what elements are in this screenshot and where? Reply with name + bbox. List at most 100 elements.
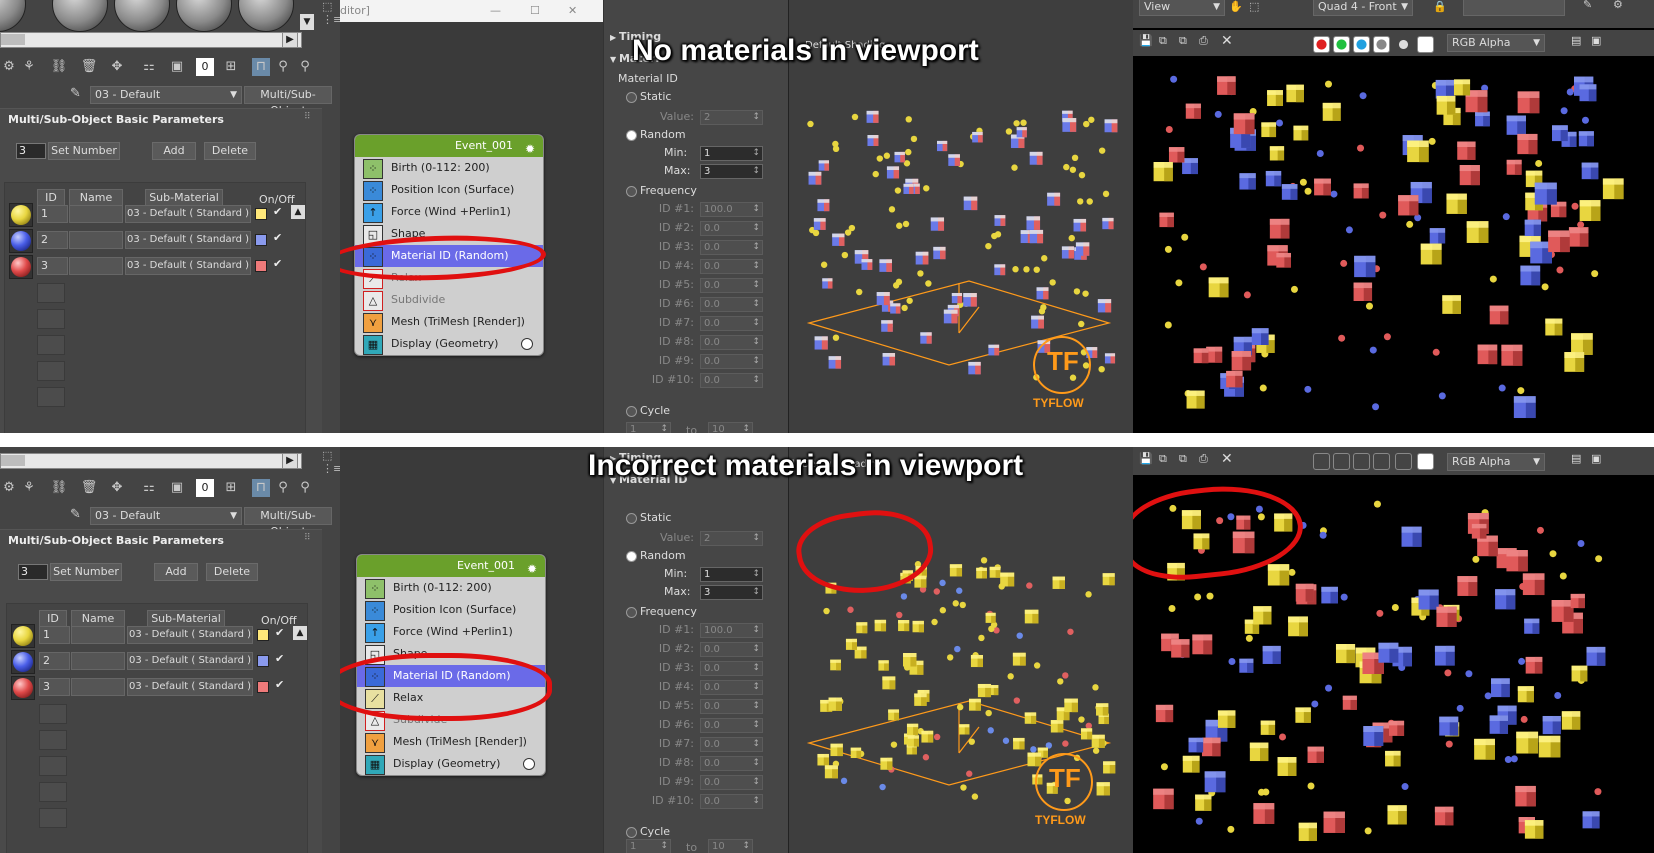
row-sub-material-button[interactable]: 03 - Default ( Standard ) [125, 257, 251, 275]
operator-position-icon[interactable]: ⁘ Position Icon (Surface) [355, 179, 543, 201]
slots-scrollbar[interactable] [0, 32, 302, 48]
sub-material-preview[interactable] [11, 624, 35, 648]
green-channel-toggle[interactable] [1333, 36, 1350, 53]
sub-material-preview[interactable] [11, 676, 35, 700]
row-color-swatch[interactable] [257, 681, 269, 693]
show-end-result-icon[interactable]: ⊓ [252, 58, 270, 76]
material-id-channel-icon[interactable]: ▣ [168, 58, 186, 76]
row-name-field[interactable] [69, 257, 123, 275]
event-header[interactable]: Event_001 ✹ [355, 135, 543, 157]
clone-window-icon[interactable]: ⧉ [1179, 34, 1187, 48]
green-channel-toggle[interactable] [1333, 453, 1350, 470]
operator-mesh[interactable]: ⋎ Mesh (TriMesh [Render]) [357, 731, 545, 753]
row-sub-material-button[interactable]: 03 - Default ( Standard ) [125, 231, 251, 249]
side-tools-icon[interactable]: ⬚ ⋮≡ [322, 0, 340, 48]
freq-id-spinner[interactable]: 0.0 [700, 278, 763, 293]
row-on-checkbox[interactable]: ✔ [275, 678, 284, 691]
area-dropdown[interactable]: Quad 4 - Front ▼ [1313, 0, 1413, 16]
sub-material-preview[interactable] [11, 650, 35, 674]
print-icon[interactable]: ⎙ [1199, 452, 1208, 466]
row-sub-material-button[interactable]: 03 - Default ( Standard ) [125, 205, 251, 223]
side-tools-icon[interactable]: ⬚ ⋮≡ [322, 449, 340, 477]
delete-button[interactable]: Delete [204, 142, 256, 160]
event-header[interactable]: Event_001 ✹ [357, 555, 545, 577]
freq-id-spinner[interactable]: 0.0 [700, 297, 763, 312]
channel-dropdown[interactable]: RGB Alpha ▼ [1447, 453, 1545, 471]
min-spinner[interactable]: 1 [700, 146, 763, 161]
make-unique-icon[interactable]: ✥ [108, 58, 126, 76]
copy-image-icon[interactable]: ⧉ [1159, 452, 1167, 466]
row-color-swatch[interactable] [255, 208, 267, 220]
go-sibling-icon[interactable]: ⚲ [296, 479, 314, 497]
material-slot[interactable] [238, 0, 294, 32]
row-name-field[interactable] [71, 678, 125, 696]
static-radio[interactable] [626, 513, 637, 524]
row-name-field[interactable] [69, 231, 123, 249]
freq-id-spinner[interactable]: 0.0 [700, 680, 763, 695]
sub-material-preview[interactable] [9, 255, 33, 279]
operator-position-icon[interactable]: ⁘ Position Icon (Surface) [357, 599, 545, 621]
assign-icon[interactable]: ⛓ [50, 479, 68, 497]
material-slot[interactable] [114, 0, 170, 32]
operator-force[interactable]: ↑ Force (Wind +Perlin1) [357, 621, 545, 643]
operator-display[interactable]: ▦ Display (Geometry) [357, 753, 545, 775]
material-type-button[interactable]: Multi/Sub-Object [244, 86, 332, 117]
operator-display[interactable]: ▦ Display (Geometry) [355, 333, 543, 355]
row-on-checkbox[interactable]: ✔ [273, 205, 282, 218]
rollout-title[interactable]: Multi/Sub-Object Basic Parameters [8, 534, 224, 547]
row-color-swatch[interactable] [255, 234, 267, 246]
freq-id-spinner[interactable]: 0.0 [700, 718, 763, 733]
material-slot[interactable] [176, 0, 232, 32]
blue-channel-toggle[interactable] [1353, 453, 1370, 470]
row-color-swatch[interactable] [255, 260, 267, 272]
edit-icon[interactable]: ✎ [1583, 0, 1592, 11]
hand-icon[interactable]: ✋ [1229, 0, 1243, 13]
row-color-swatch[interactable] [257, 655, 269, 667]
clear-icon[interactable]: ✕ [1221, 33, 1233, 49]
delete-material-icon[interactable]: 🗑 [80, 479, 98, 497]
row-id[interactable]: 1 [39, 626, 70, 644]
freq-id-spinner[interactable]: 0.0 [700, 259, 763, 274]
row-on-checkbox[interactable]: ✔ [273, 231, 282, 244]
red-channel-toggle[interactable] [1313, 453, 1330, 470]
get-material-icon[interactable]: ⚙ [0, 58, 18, 76]
channel-dropdown[interactable]: RGB Alpha ▼ [1447, 34, 1545, 52]
background-swatch[interactable] [1417, 36, 1434, 53]
go-parent-icon[interactable]: ⚲ [274, 58, 292, 76]
cycle-to-spinner[interactable]: 10 [708, 839, 753, 853]
make-unique-icon[interactable]: ✥ [108, 479, 126, 497]
sub-material-preview[interactable] [9, 229, 33, 253]
add-button[interactable]: Add [154, 563, 198, 581]
cycle-radio[interactable] [626, 827, 637, 838]
assign-icon[interactable]: ⛓ [50, 58, 68, 76]
material-name-dropdown[interactable]: 03 - Default ▼ [90, 86, 242, 104]
material-id-channel-icon[interactable]: ▣ [168, 479, 186, 497]
background-swatch[interactable] [1417, 453, 1434, 470]
monochrome-toggle[interactable] [1395, 453, 1412, 470]
row-id[interactable]: 2 [37, 231, 68, 249]
row-id[interactable]: 1 [37, 205, 68, 223]
freq-id-spinner[interactable]: 0.0 [700, 699, 763, 714]
freq-id-spinner[interactable]: 0.0 [700, 316, 763, 331]
row-name-field[interactable] [69, 205, 123, 223]
static-radio[interactable] [626, 92, 637, 103]
get-material-icon[interactable]: ⚙ [0, 479, 18, 497]
row-sub-material-button[interactable]: 03 - Default ( Standard ) [127, 678, 253, 696]
monochrome-toggle[interactable] [1395, 36, 1412, 53]
close-icon[interactable]: ✕ [568, 4, 577, 17]
min-spinner[interactable]: 1 [700, 567, 763, 582]
perspective-viewport[interactable]: ] [Default Shading ] TF TYFLOW [788, 447, 1134, 853]
row-id[interactable]: 2 [39, 652, 70, 670]
alpha-channel-toggle[interactable] [1373, 453, 1390, 470]
scroll-right-icon[interactable]: ▶ [282, 32, 298, 48]
show-end-result-icon[interactable]: ⊓ [252, 479, 270, 497]
operator-birth[interactable]: ⁘ Birth (0-112: 200) [355, 157, 543, 179]
toggle-ui-icon[interactable]: ▣ [1591, 452, 1601, 465]
material-name-dropdown[interactable]: 03 - Default ▼ [90, 507, 242, 525]
display-toggle-icon[interactable]: ▤ [1571, 34, 1581, 47]
copy-image-icon[interactable]: ⧉ [1159, 34, 1167, 48]
row-on-checkbox[interactable]: ✔ [275, 652, 284, 665]
slots-dropdown-arrow-icon[interactable]: ▼ [300, 14, 314, 30]
add-button[interactable]: Add [152, 142, 196, 160]
clone-window-icon[interactable]: ⧉ [1179, 452, 1187, 466]
